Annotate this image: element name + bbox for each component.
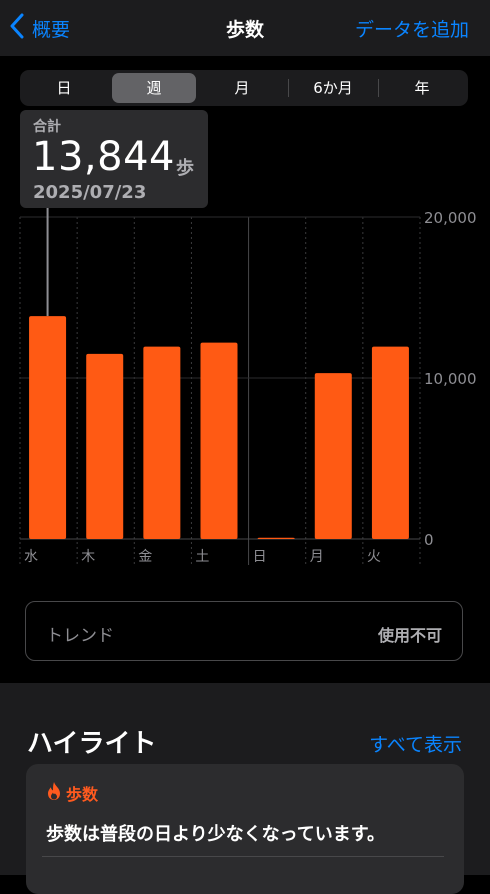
steps-bar-chart: 0 10,000 20,000 水 木 金 土 日 月 火 (0, 200, 490, 570)
x-tick-label: 日 (253, 549, 267, 565)
segment-week[interactable]: 週 (112, 73, 196, 103)
x-tick-label: 月 (310, 549, 324, 565)
navigation-bar: 概要 歩数 データを追加 (0, 0, 490, 56)
show-all-link[interactable]: すべて表示 (369, 730, 462, 757)
highlight-category: 歩数 (66, 785, 99, 804)
y-tick-label: 0 (424, 531, 434, 549)
flame-icon (46, 781, 62, 805)
bar-日 (257, 537, 295, 539)
bar-土 (200, 342, 238, 539)
highlight-card-header: 歩数 (46, 781, 98, 805)
period-segmented-control: 日 週 月 6か月 年 (20, 70, 468, 106)
selection-tooltip: 合計 13,844 歩 2025/07/23 (20, 110, 208, 208)
tooltip-date: 2025/07/23 (33, 182, 147, 203)
trend-row[interactable]: トレンド 使用不可 (25, 601, 463, 661)
y-tick-label: 10,000 (424, 370, 477, 388)
segment-6-months[interactable]: 6か月 (290, 73, 376, 103)
y-tick-label: 20,000 (424, 209, 477, 227)
highlight-text: 歩数は普段の日より少なくなっています。 (46, 824, 385, 845)
tooltip-label: 合計 (33, 119, 61, 135)
x-tick-label: 火 (367, 549, 381, 565)
divider (42, 856, 444, 857)
segment-day[interactable]: 日 (24, 73, 104, 103)
trend-status: 使用不可 (377, 626, 442, 645)
x-tick-label: 金 (138, 549, 152, 565)
bar-月 (314, 373, 352, 539)
x-tick-label: 土 (195, 549, 209, 565)
add-data-button[interactable]: データを追加 (355, 15, 469, 42)
bar-金 (143, 346, 181, 539)
segment-divider (288, 79, 289, 97)
chart-svg: 0 10,000 20,000 水 木 金 土 日 月 火 (19, 200, 477, 565)
x-tick-label: 木 (81, 549, 95, 565)
highlights-title: ハイライト (27, 729, 157, 759)
segment-divider (378, 79, 379, 97)
highlights-section: ハイライト すべて表示 歩数 歩数は普段の日より少なくなっています。 (0, 683, 490, 894)
bar-木 (86, 353, 124, 539)
trend-label: トレンド (46, 626, 114, 646)
x-tick-label: 水 (24, 549, 38, 565)
segment-year[interactable]: 年 (380, 73, 464, 103)
segment-month[interactable]: 月 (200, 73, 284, 103)
bar-火 (371, 346, 409, 539)
tooltip-unit: 歩 (176, 158, 194, 179)
tooltip-value: 13,844 (32, 134, 175, 180)
bar-水 (29, 316, 67, 539)
